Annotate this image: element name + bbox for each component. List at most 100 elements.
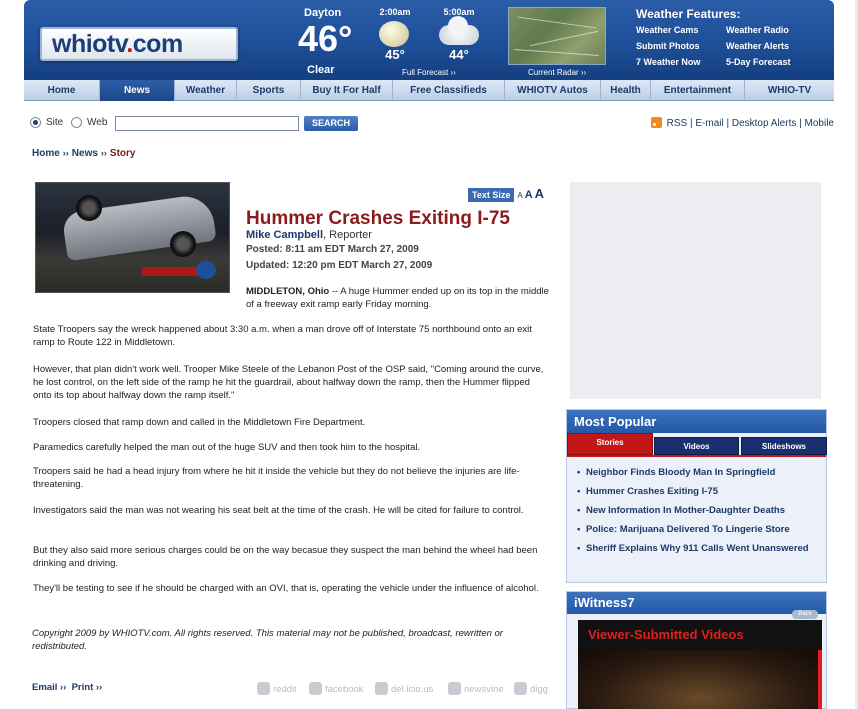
nav-whio-tv[interactable]: WHIO-TV <box>745 80 834 101</box>
search-site-radio[interactable] <box>30 117 41 128</box>
text-size-small[interactable]: A <box>517 191 522 200</box>
text-size-medium[interactable]: A <box>525 189 533 201</box>
article-paragraph: Troopers said he had a head injury from … <box>33 466 520 490</box>
search-button[interactable]: SEARCH <box>304 116 358 131</box>
digg-icon <box>514 682 527 695</box>
search-input[interactable] <box>115 116 299 131</box>
submit-photos-link[interactable]: Submit Photos <box>636 41 700 51</box>
article-photo[interactable] <box>35 182 230 293</box>
site-header: whiotv.com Dayton 46° Clear 2:00am 45° 5… <box>24 0 834 80</box>
share-delicious[interactable]: del.icio.us <box>375 682 433 695</box>
reddit-icon <box>257 682 270 695</box>
weather-cams-link[interactable]: Weather Cams <box>636 25 698 35</box>
copyright-notice: Copyright 2009 by WHIOTV.com. All rights… <box>32 628 503 652</box>
popular-story-link[interactable]: Neighbor Finds Bloody Man In Springfield <box>577 467 816 478</box>
mobile-link[interactable]: Mobile <box>805 118 834 129</box>
article-headline: Hummer Crashes Exiting I-75 <box>246 208 510 229</box>
most-popular-panel: Most Popular Stories Videos Slideshows N… <box>566 409 827 583</box>
breadcrumb-separator: ›› <box>62 148 69 158</box>
nav-health[interactable]: Health <box>601 80 651 101</box>
share-newsvine-label: newsvine <box>464 684 504 695</box>
weather-features-title: Weather Features: <box>636 7 741 21</box>
nav-free-classifieds[interactable]: Free Classifieds <box>393 80 505 101</box>
search-site-label: Site <box>46 117 64 128</box>
nav-home[interactable]: Home <box>24 80 100 101</box>
updated-date: Updated: 12:20 pm EDT March 27, 2009 <box>246 260 433 271</box>
nav-weather[interactable]: Weather <box>175 80 237 101</box>
weather-radio-link[interactable]: Weather Radio <box>726 25 789 35</box>
iwitness-panel: iWitness7 Back Viewer-Submitted Videos <box>566 591 827 709</box>
nav-whiotv-autos[interactable]: WHIOTV Autos <box>505 80 601 101</box>
tab-slideshows[interactable]: Slideshows <box>741 437 827 455</box>
nav-buy-it-for-half[interactable]: Buy It For Half <box>301 80 393 101</box>
current-temperature[interactable]: 46° <box>298 18 352 60</box>
breadcrumb: Home ›› News ›› Story <box>32 148 135 159</box>
most-popular-title: Most Popular <box>567 410 826 433</box>
most-popular-tabs: Stories Videos Slideshows <box>567 433 827 459</box>
7-weather-now-link[interactable]: 7 Weather Now <box>636 57 700 67</box>
text-size-label: Text Size <box>468 188 515 202</box>
viewer-videos-title: Viewer-Submitted Videos <box>588 627 744 642</box>
popular-story-link[interactable]: Sheriff Explains Why 911 Calls Went Unan… <box>577 543 816 554</box>
article-paragraph: They'll be testing to see if he should b… <box>33 583 539 594</box>
newsvine-icon <box>448 682 461 695</box>
text-size-control: Text Size A A A <box>468 186 544 202</box>
search-web-radio[interactable] <box>71 117 82 128</box>
full-forecast-link[interactable]: Full Forecast ›› <box>402 68 456 77</box>
breadcrumb-home[interactable]: Home <box>32 148 60 159</box>
5-day-forecast-link[interactable]: 5-Day Forecast <box>726 57 791 67</box>
breadcrumb-current: Story <box>109 148 136 159</box>
delicious-icon <box>375 682 388 695</box>
share-digg[interactable]: digg <box>514 682 548 695</box>
iwitness-title: iWitness7 <box>567 592 826 614</box>
utility-links: RSS | E-mail | Desktop Alerts | Mobile <box>650 117 834 129</box>
email-article-link[interactable]: Email ›› <box>32 682 66 693</box>
tab-stories[interactable]: Stories <box>567 433 653 455</box>
forecast-slot-2[interactable]: 5:00am 44° <box>434 7 484 62</box>
article-paragraph: However, that plan didn't work well. Tro… <box>33 364 544 401</box>
iwitness-video-player[interactable]: Viewer-Submitted Videos <box>578 620 822 709</box>
share-delicious-label: del.icio.us <box>391 684 434 695</box>
share-facebook[interactable]: facebook <box>309 682 364 695</box>
partly-cloudy-icon <box>434 16 484 49</box>
search-bar: Site Web SEARCH RSS | E-mail | Desktop A… <box>28 115 834 133</box>
forecast-time: 2:00am <box>379 7 411 17</box>
breadcrumb-separator: ›› <box>100 148 107 158</box>
facebook-icon <box>309 682 322 695</box>
rss-icon[interactable] <box>650 117 662 128</box>
popular-story-link[interactable]: Hummer Crashes Exiting I-75 <box>577 486 816 497</box>
article-paragraph: But they also said more serious charges … <box>33 545 538 569</box>
print-article-link[interactable]: Print ›› <box>72 682 103 693</box>
iwitness-back-button[interactable]: Back <box>792 610 818 619</box>
rss-link[interactable]: RSS <box>667 118 688 129</box>
email-alerts-link[interactable]: E-mail <box>695 118 723 129</box>
share-newsvine[interactable]: newsvine <box>448 682 504 695</box>
share-reddit[interactable]: reddit <box>257 682 297 695</box>
posted-date: Posted: 8:11 am EDT March 27, 2009 <box>246 244 419 255</box>
radar-map[interactable] <box>508 7 606 65</box>
author-link[interactable]: Mike Campbell <box>246 229 323 241</box>
text-size-large[interactable]: A <box>535 186 544 201</box>
nav-entertainment[interactable]: Entertainment <box>651 80 745 101</box>
author-role: , Reporter <box>323 229 372 241</box>
article-paragraph: Paramedics carefully helped the man out … <box>33 442 421 453</box>
byline: Mike Campbell, Reporter <box>246 229 372 241</box>
weather-alerts-link[interactable]: Weather Alerts <box>726 41 789 51</box>
popular-story-link[interactable]: Police: Marijuana Delivered To Lingerie … <box>577 524 816 535</box>
forecast-slot-1[interactable]: 2:00am 45° <box>370 7 420 62</box>
breadcrumb-news[interactable]: News <box>72 148 98 159</box>
share-facebook-label: facebook <box>325 684 364 695</box>
channel-7-logo <box>196 261 216 279</box>
article-lead: MIDDLETON, Ohio -- A huge Hummer ended u… <box>246 285 551 311</box>
dateline: MIDDLETON, Ohio <box>246 286 330 297</box>
nav-sports[interactable]: Sports <box>237 80 301 101</box>
article-paragraph: State Troopers say the wreck happened ab… <box>33 324 532 348</box>
current-radar-link[interactable]: Current Radar ›› <box>528 68 586 77</box>
tab-videos[interactable]: Videos <box>654 437 739 455</box>
site-logo[interactable]: whiotv.com <box>40 27 238 61</box>
popular-story-link[interactable]: New Information In Mother-Daughter Death… <box>577 505 816 516</box>
desktop-alerts-link[interactable]: Desktop Alerts <box>732 118 796 129</box>
forecast-temp: 45° <box>385 47 405 62</box>
nav-news[interactable]: News <box>100 80 175 101</box>
logo-main: whiotv <box>52 30 127 58</box>
